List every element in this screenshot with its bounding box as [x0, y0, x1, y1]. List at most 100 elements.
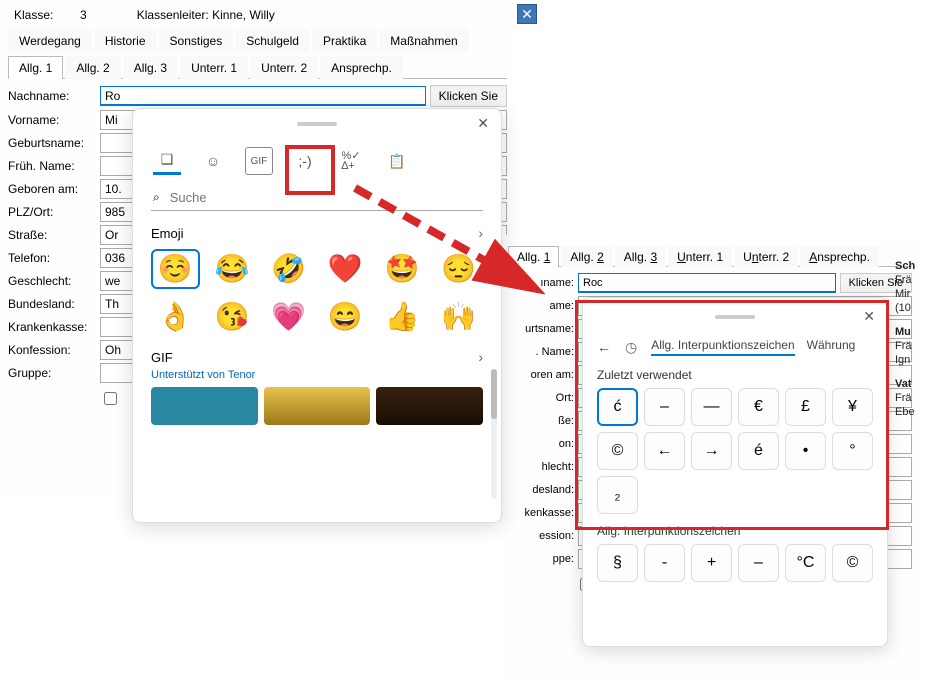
sym-cell[interactable]: °C: [785, 544, 826, 582]
sym-cell[interactable]: €: [738, 388, 779, 426]
sym-cell[interactable]: —: [691, 388, 732, 426]
sym-cell[interactable]: +: [691, 544, 732, 582]
tab-unterr2-r[interactable]: Unterr. 2: [734, 246, 798, 267]
gif-thumb[interactable]: [376, 387, 483, 425]
tab-unterr2[interactable]: Unterr. 2: [250, 56, 318, 79]
category-gif-icon[interactable]: GIF: [245, 147, 273, 175]
tab-werdegang[interactable]: Werdegang: [8, 29, 92, 52]
emoji-cell[interactable]: 🤩: [378, 249, 427, 289]
sym-cell[interactable]: –: [644, 388, 685, 426]
tab-allg2-r[interactable]: Allg. 2: [561, 246, 612, 267]
emoji-cell[interactable]: ☺️: [151, 249, 200, 289]
nachname-label: Nachname:: [8, 89, 100, 103]
gif-thumb[interactable]: [264, 387, 371, 425]
telefon-label-r: on:: [508, 438, 574, 450]
side-info-column: Sch Frä Mir (10 Mu Frä Ign Vat Frä Ebe: [895, 260, 925, 680]
search-icon: ⌕: [153, 190, 160, 205]
sym-cell[interactable]: ć: [597, 388, 638, 426]
side-schule: Sch: [895, 260, 925, 272]
emoji-cell[interactable]: 😘: [208, 297, 257, 337]
sym-cell[interactable]: ©: [597, 432, 638, 470]
gif-section-header[interactable]: GIF ›: [133, 341, 501, 369]
emoji-cell[interactable]: ❤️: [321, 249, 370, 289]
emoji-cell[interactable]: 💗: [264, 297, 313, 337]
drag-handle-icon[interactable]: [715, 315, 755, 319]
side-text: (10: [895, 302, 925, 314]
sym-recent-label: Zuletzt verwendet: [583, 362, 887, 384]
scroll-thumb[interactable]: [491, 369, 497, 419]
symbols-picker-popup: ✕ ← ◷ Allg. Interpunktionszeichen Währun…: [582, 297, 888, 647]
sym-tab-currency[interactable]: Währung: [807, 338, 856, 356]
tab-ansprechp[interactable]: Ansprechp.: [320, 56, 403, 79]
geboren-label: Geboren am:: [8, 182, 100, 196]
tab-allg1-r[interactable]: Allg. 1: [508, 246, 559, 267]
tab-massnahmen[interactable]: Maßnahmen: [379, 29, 468, 52]
tab-sonstiges[interactable]: Sonstiges: [159, 29, 234, 52]
tab-allg3[interactable]: Allg. 3: [123, 56, 178, 79]
klicken-sie-button[interactable]: Klicken Sie: [430, 85, 507, 107]
sym-cell[interactable]: •: [785, 432, 826, 470]
side-text: Mir: [895, 288, 925, 300]
chevron-right-icon[interactable]: ›: [478, 225, 483, 241]
category-emoji-icon[interactable]: ☺: [199, 147, 227, 175]
tab-historie[interactable]: Historie: [94, 29, 157, 52]
recent-clock-icon[interactable]: ◷: [625, 339, 637, 356]
side-text: Frä: [895, 340, 925, 352]
sym-cell[interactable]: £: [785, 388, 826, 426]
emoji-section-header[interactable]: Emoji ›: [133, 217, 501, 245]
bundesland-label: Bundesland:: [8, 297, 100, 311]
category-clipboard-icon[interactable]: 📋: [383, 147, 411, 175]
nachname-label-r: ıname:: [508, 277, 574, 289]
sym-cell[interactable]: ₂: [597, 476, 638, 514]
sym-cell[interactable]: §: [597, 544, 638, 582]
tab-allg1[interactable]: Allg. 1: [8, 56, 63, 79]
nachname-input[interactable]: [100, 86, 426, 106]
emoji-cell[interactable]: 👍: [378, 297, 427, 337]
fruehname-label-r: . Name:: [508, 346, 574, 358]
geschlecht-label-r: hlecht:: [508, 461, 574, 473]
emoji-cell[interactable]: 👌: [151, 297, 200, 337]
emoji-cell[interactable]: 😂: [208, 249, 257, 289]
side-mutter: Mu: [895, 326, 925, 338]
nachname-input-r[interactable]: [578, 273, 836, 293]
gruppe-label: Gruppe:: [8, 366, 100, 380]
vorname-label: Vorname:: [8, 113, 100, 127]
popup-drag-header[interactable]: ✕: [133, 109, 501, 139]
drag-handle-icon[interactable]: [297, 122, 337, 126]
sym-cell[interactable]: -: [644, 544, 685, 582]
back-arrow-icon[interactable]: ←: [597, 339, 611, 355]
tab-allg3-r[interactable]: Allg. 3: [615, 246, 666, 267]
emoji-cell[interactable]: 😔: [434, 249, 483, 289]
window-close-icon[interactable]: ✕: [517, 4, 537, 24]
tab-unterr1-r[interactable]: Unterr. 1: [668, 246, 732, 267]
gif-thumb[interactable]: [151, 387, 258, 425]
scrollbar[interactable]: [491, 369, 497, 499]
emoji-cell[interactable]: 🙌: [434, 297, 483, 337]
tab-praktika[interactable]: Praktika: [312, 29, 377, 52]
sym-cell[interactable]: ←: [644, 432, 685, 470]
krankenkasse-label: Krankenkasse:: [8, 320, 100, 334]
emoji-cell[interactable]: 🤣: [264, 249, 313, 289]
sym-cell[interactable]: °: [832, 432, 873, 470]
geschlecht-label: Geschlecht:: [8, 274, 100, 288]
sym-cell[interactable]: é: [738, 432, 779, 470]
gif-strip: [133, 381, 501, 431]
sym-cell[interactable]: ¥: [832, 388, 873, 426]
sym-cell[interactable]: ©: [832, 544, 873, 582]
tab-ansprechp-r[interactable]: Ansprechp.: [800, 246, 879, 267]
category-symbols-icon[interactable]: %✓∆+: [337, 147, 365, 175]
sym-cell[interactable]: →: [691, 432, 732, 470]
close-icon[interactable]: ✕: [863, 308, 875, 325]
sym-cell[interactable]: –: [738, 544, 779, 582]
emoji-cell[interactable]: 😄: [321, 297, 370, 337]
checkbox-b[interactable]: [104, 392, 117, 405]
gif-section-label: GIF: [151, 350, 173, 365]
tab-schulgeld[interactable]: Schulgeld: [235, 29, 310, 52]
sym-tab-punct[interactable]: Allg. Interpunktionszeichen: [651, 338, 794, 356]
close-icon[interactable]: ✕: [477, 115, 489, 132]
tab-allg2[interactable]: Allg. 2: [65, 56, 120, 79]
chevron-right-icon[interactable]: ›: [478, 349, 483, 365]
tab-unterr1[interactable]: Unterr. 1: [180, 56, 248, 79]
popup-drag-header-sym[interactable]: ✕: [583, 302, 887, 332]
category-recents-icon[interactable]: ❏: [153, 147, 181, 175]
